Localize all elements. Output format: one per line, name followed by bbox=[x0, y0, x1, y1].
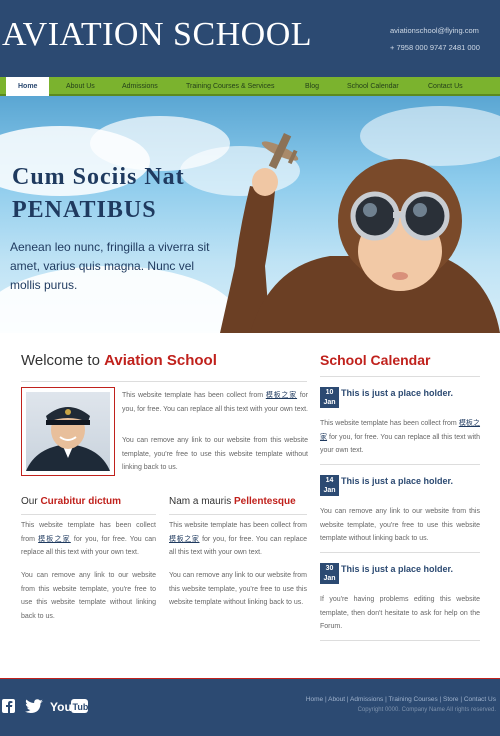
contact-info: aviationschool@flying.com + 7958 000 974… bbox=[390, 22, 490, 56]
column1-para1-link[interactable]: 模板之家 bbox=[38, 536, 71, 543]
welcome-heading-highlight: Aviation School bbox=[104, 352, 217, 369]
hero-title: Cum Sociis Nat PENATIBUS bbox=[12, 161, 185, 227]
event-text-start: This website template has been collect f… bbox=[320, 420, 459, 427]
nav-item-about-us[interactable]: About Us bbox=[66, 77, 95, 96]
event-month: Jan bbox=[323, 574, 336, 582]
pilot-portrait-image bbox=[26, 407, 110, 471]
site-footer: You Tube Home | About | Admissions | Tra… bbox=[0, 678, 500, 736]
welcome-heading: Welcome to Aviation School bbox=[21, 352, 217, 369]
event-date-badge: 10 Jan bbox=[320, 387, 339, 408]
event-text: This website template has been collect f… bbox=[320, 417, 480, 458]
divider bbox=[21, 514, 156, 515]
column2-para1-link[interactable]: 模板之家 bbox=[169, 536, 200, 543]
hero-title-line-1: Cum Sociis Nat bbox=[12, 164, 185, 190]
event-date-badge: 30 Jan bbox=[320, 563, 339, 584]
welcome-para1-text: This website template has been collect f… bbox=[122, 392, 266, 399]
twitter-icon[interactable] bbox=[24, 699, 44, 713]
column2-heading: Nam a mauris Pellentesque bbox=[169, 496, 296, 507]
nav-item-training-courses[interactable]: Training Courses & Services bbox=[186, 77, 274, 96]
hero-text: Aenean leo nunc, fringilla a viverra sit… bbox=[10, 240, 210, 292]
divider bbox=[320, 640, 480, 641]
welcome-para1-link[interactable]: 模板之家 bbox=[266, 392, 297, 399]
nav-item-blog[interactable]: Blog bbox=[305, 77, 319, 96]
copyright-text: Copyright 0000. Company Name All rights … bbox=[357, 707, 496, 713]
column2-para1-text: This website template has been collect f… bbox=[169, 522, 307, 529]
column2-heading-prefix: Nam a mauris bbox=[169, 496, 235, 507]
welcome-paragraph-1: This website template has been collect f… bbox=[122, 389, 308, 416]
divider bbox=[320, 464, 480, 465]
facebook-icon[interactable] bbox=[2, 699, 15, 713]
divider bbox=[21, 381, 307, 382]
divider bbox=[320, 376, 480, 377]
column2-paragraph-1: This website template has been collect f… bbox=[169, 519, 307, 560]
column1-paragraph-2: You can remove any link to our website f… bbox=[21, 572, 156, 620]
event-title[interactable]: This is just a place holder. bbox=[341, 476, 453, 486]
divider bbox=[169, 514, 307, 515]
nav-item-contact-us[interactable]: Contact Us bbox=[428, 77, 463, 96]
divider bbox=[320, 552, 480, 553]
event-month: Jan bbox=[323, 486, 336, 494]
welcome-paragraph-2: You can remove any link to our website f… bbox=[122, 437, 308, 471]
svg-text:Tube: Tube bbox=[73, 702, 89, 712]
event-text-end: for you, for free. You can replace all t… bbox=[320, 433, 481, 455]
column1-paragraph-1: This website template has been collect f… bbox=[21, 519, 156, 560]
event-month: Jan bbox=[323, 398, 336, 406]
event-date-badge: 14 Jan bbox=[320, 475, 339, 496]
svg-text:You: You bbox=[50, 700, 72, 714]
event-title[interactable]: This is just a place holder. bbox=[341, 388, 453, 398]
site-header: AVIATION SCHOOL aviationschool@flying.co… bbox=[0, 0, 500, 77]
welcome-heading-prefix: Welcome to bbox=[21, 352, 105, 369]
youtube-icon[interactable]: You Tube bbox=[50, 698, 88, 714]
event-text: If you're having problems editing this w… bbox=[320, 596, 480, 630]
footer-links[interactable]: Home | About | Admissions | Training Cou… bbox=[306, 696, 496, 703]
site-logo[interactable]: AVIATION SCHOOL bbox=[2, 16, 312, 54]
column1-heading: Our Curabitur dictum bbox=[21, 496, 121, 507]
column1-heading-prefix: Our bbox=[21, 496, 41, 507]
event-day: 30 bbox=[325, 565, 334, 572]
column1-heading-highlight: Curabitur dictum bbox=[40, 496, 122, 507]
column2-paragraph-2: You can remove any link to our website f… bbox=[169, 572, 307, 606]
pilot-boy-illustration bbox=[220, 132, 500, 333]
main-content: Welcome to Aviation School This website … bbox=[0, 333, 500, 678]
event-day: 14 bbox=[325, 477, 334, 484]
calendar-heading: School Calendar bbox=[320, 352, 431, 368]
hero-banner: Cum Sociis Nat PENATIBUS Aenean leo nunc… bbox=[0, 96, 500, 333]
main-nav: Home About Us Admissions Training Course… bbox=[0, 77, 500, 99]
column2-heading-highlight: Pellentesque bbox=[234, 496, 296, 507]
contact-phone: + 7958 000 9747 2481 000 bbox=[390, 43, 480, 52]
event-day: 10 bbox=[325, 389, 334, 396]
pilot-photo bbox=[21, 387, 115, 476]
nav-item-school-calendar[interactable]: School Calendar bbox=[347, 77, 399, 96]
nav-item-admissions[interactable]: Admissions bbox=[122, 77, 158, 96]
contact-email[interactable]: aviationschool@flying.com bbox=[390, 22, 490, 39]
event-text: You can remove any link to our website f… bbox=[320, 508, 480, 542]
event-title[interactable]: This is just a place holder. bbox=[341, 564, 453, 574]
hero-title-line-2: PENATIBUS bbox=[12, 197, 157, 223]
